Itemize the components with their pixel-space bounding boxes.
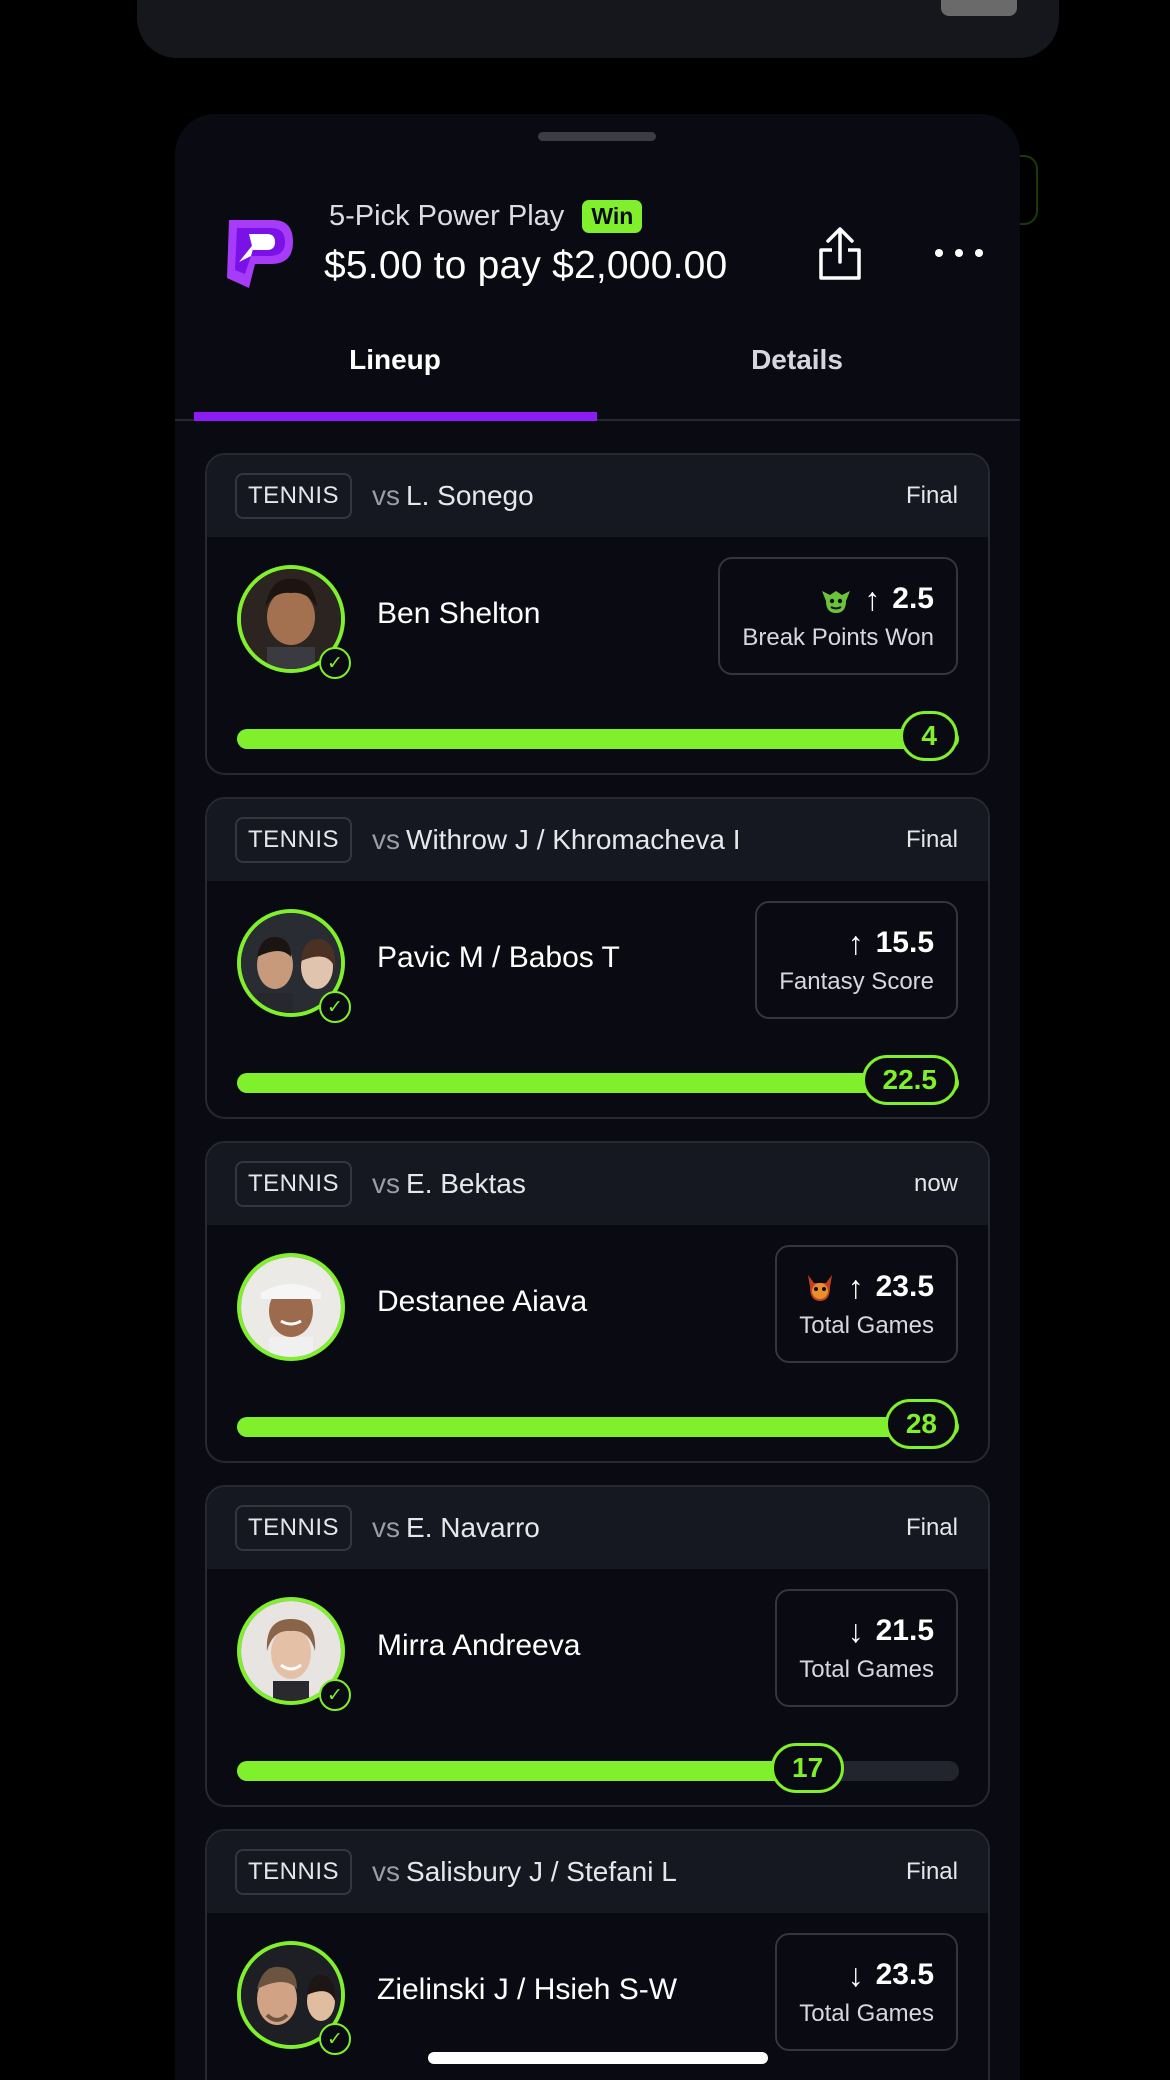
check-icon: ✓ (319, 991, 351, 1023)
pick-card[interactable]: TENNIS vs Salisbury J / Stefani L Final ✓… (205, 1829, 990, 2080)
player-name: Pavic M / Babos T (377, 941, 620, 974)
progress-track (237, 1761, 959, 1781)
opponent: vs Withrow J / Khromacheva I (372, 824, 741, 855)
background-chip (941, 0, 1017, 16)
demon-icon (807, 1275, 832, 1301)
progress-track (237, 1073, 959, 1093)
game-status: Final (905, 482, 958, 509)
sport-tag: TENNIS (235, 1849, 353, 1895)
sport-tag: TENNIS (235, 1505, 353, 1551)
player-name: Destanee Aiava (377, 1285, 588, 1318)
lineup-sheet: 5-Pick Power Play Win $5.00 to pay $2,00… (175, 114, 1020, 2080)
pick-card[interactable]: TENNIS vs Withrow J / Khromacheva I Final… (205, 797, 990, 1119)
prizepicks-logo-icon (227, 220, 293, 288)
progress-fill (237, 1073, 959, 1093)
stat-type: Total Games (799, 1311, 934, 1339)
projection-box: ↑ 2.5 Break Points Won (718, 557, 958, 675)
arrow-up-icon: ↑ (864, 580, 881, 617)
status-badge: Win (582, 200, 643, 233)
line-value: 2.5 (892, 582, 934, 615)
progress-track (237, 1417, 959, 1437)
opponent: vs E. Bektas (372, 1168, 526, 1199)
opponent: vs Salisbury J / Stefani L (372, 1856, 677, 1887)
pick-card[interactable]: TENNIS vs E. Bektas now Destanee Aiava ↑ … (205, 1141, 990, 1463)
projection-box: ↓ 23.5 Total Games (775, 1933, 958, 2051)
entry-type: 5-Pick Power Play (329, 200, 565, 232)
goblin-icon (822, 591, 851, 613)
more-icon[interactable] (935, 240, 983, 266)
sheet-grabber[interactable] (538, 132, 656, 141)
background-card (137, 0, 1059, 58)
player-name: Zielinski J / Hsieh S-W (377, 1973, 678, 2006)
player-name: Mirra Andreeva (377, 1629, 581, 1662)
avatar (237, 1253, 345, 1361)
stat-type: Total Games (799, 1999, 934, 2027)
stat-type: Fantasy Score (779, 967, 934, 995)
result-value: 17 (771, 1743, 845, 1793)
game-status: Final (905, 826, 958, 853)
progress-fill (237, 1417, 959, 1437)
line-value: 23.5 (875, 1270, 934, 1303)
game-status: Final (905, 1514, 958, 1541)
line-value: 23.5 (875, 1958, 934, 1991)
pick-card[interactable]: TENNIS vs L. Sonego Final ✓ Ben Shelton ↑… (205, 453, 990, 775)
opponent: vs E. Navarro (372, 1512, 540, 1543)
sport-tag: TENNIS (235, 1161, 353, 1207)
projection-box: ↑ 23.5 Total Games (775, 1245, 958, 1363)
stat-type: Total Games (799, 1655, 934, 1683)
arrow-up-icon: ↑ (847, 1268, 864, 1305)
check-icon: ✓ (319, 1679, 351, 1711)
pick-card[interactable]: TENNIS vs E. Navarro Final ✓ Mirra Andree… (205, 1485, 990, 1807)
tab-lineup[interactable]: Lineup (194, 339, 596, 419)
check-icon: ✓ (319, 2023, 351, 2055)
progress-fill (237, 1761, 815, 1781)
player-name: Ben Shelton (377, 597, 541, 630)
progress-track (237, 729, 959, 749)
arrow-down-icon: ↓ (847, 1956, 864, 1993)
game-status: Final (905, 1858, 958, 1885)
share-icon[interactable] (815, 226, 865, 282)
game-status: now (913, 1170, 958, 1197)
result-value: 4 (900, 711, 958, 761)
line-value: 15.5 (875, 926, 934, 959)
active-tab-indicator (194, 412, 597, 421)
result-value: 28 (884, 1399, 958, 1449)
tab-bar: Lineup Details (175, 339, 1020, 421)
payout-summary: $5.00 to pay $2,000.00 (324, 244, 728, 287)
opponent: vs L. Sonego (372, 480, 534, 511)
sport-tag: TENNIS (235, 817, 353, 863)
home-indicator[interactable] (428, 2052, 768, 2064)
result-value: 22.5 (861, 1055, 958, 1105)
progress-fill (237, 729, 959, 749)
sport-tag: TENNIS (235, 473, 353, 519)
tab-details[interactable]: Details (596, 339, 998, 419)
check-icon: ✓ (319, 647, 351, 679)
projection-box: ↑ 15.5 Fantasy Score (755, 901, 958, 1019)
line-value: 21.5 (875, 1614, 934, 1647)
projection-box: ↓ 21.5 Total Games (775, 1589, 958, 1707)
arrow-up-icon: ↑ (847, 924, 864, 961)
arrow-down-icon: ↓ (847, 1612, 864, 1649)
stat-type: Break Points Won (742, 623, 934, 651)
